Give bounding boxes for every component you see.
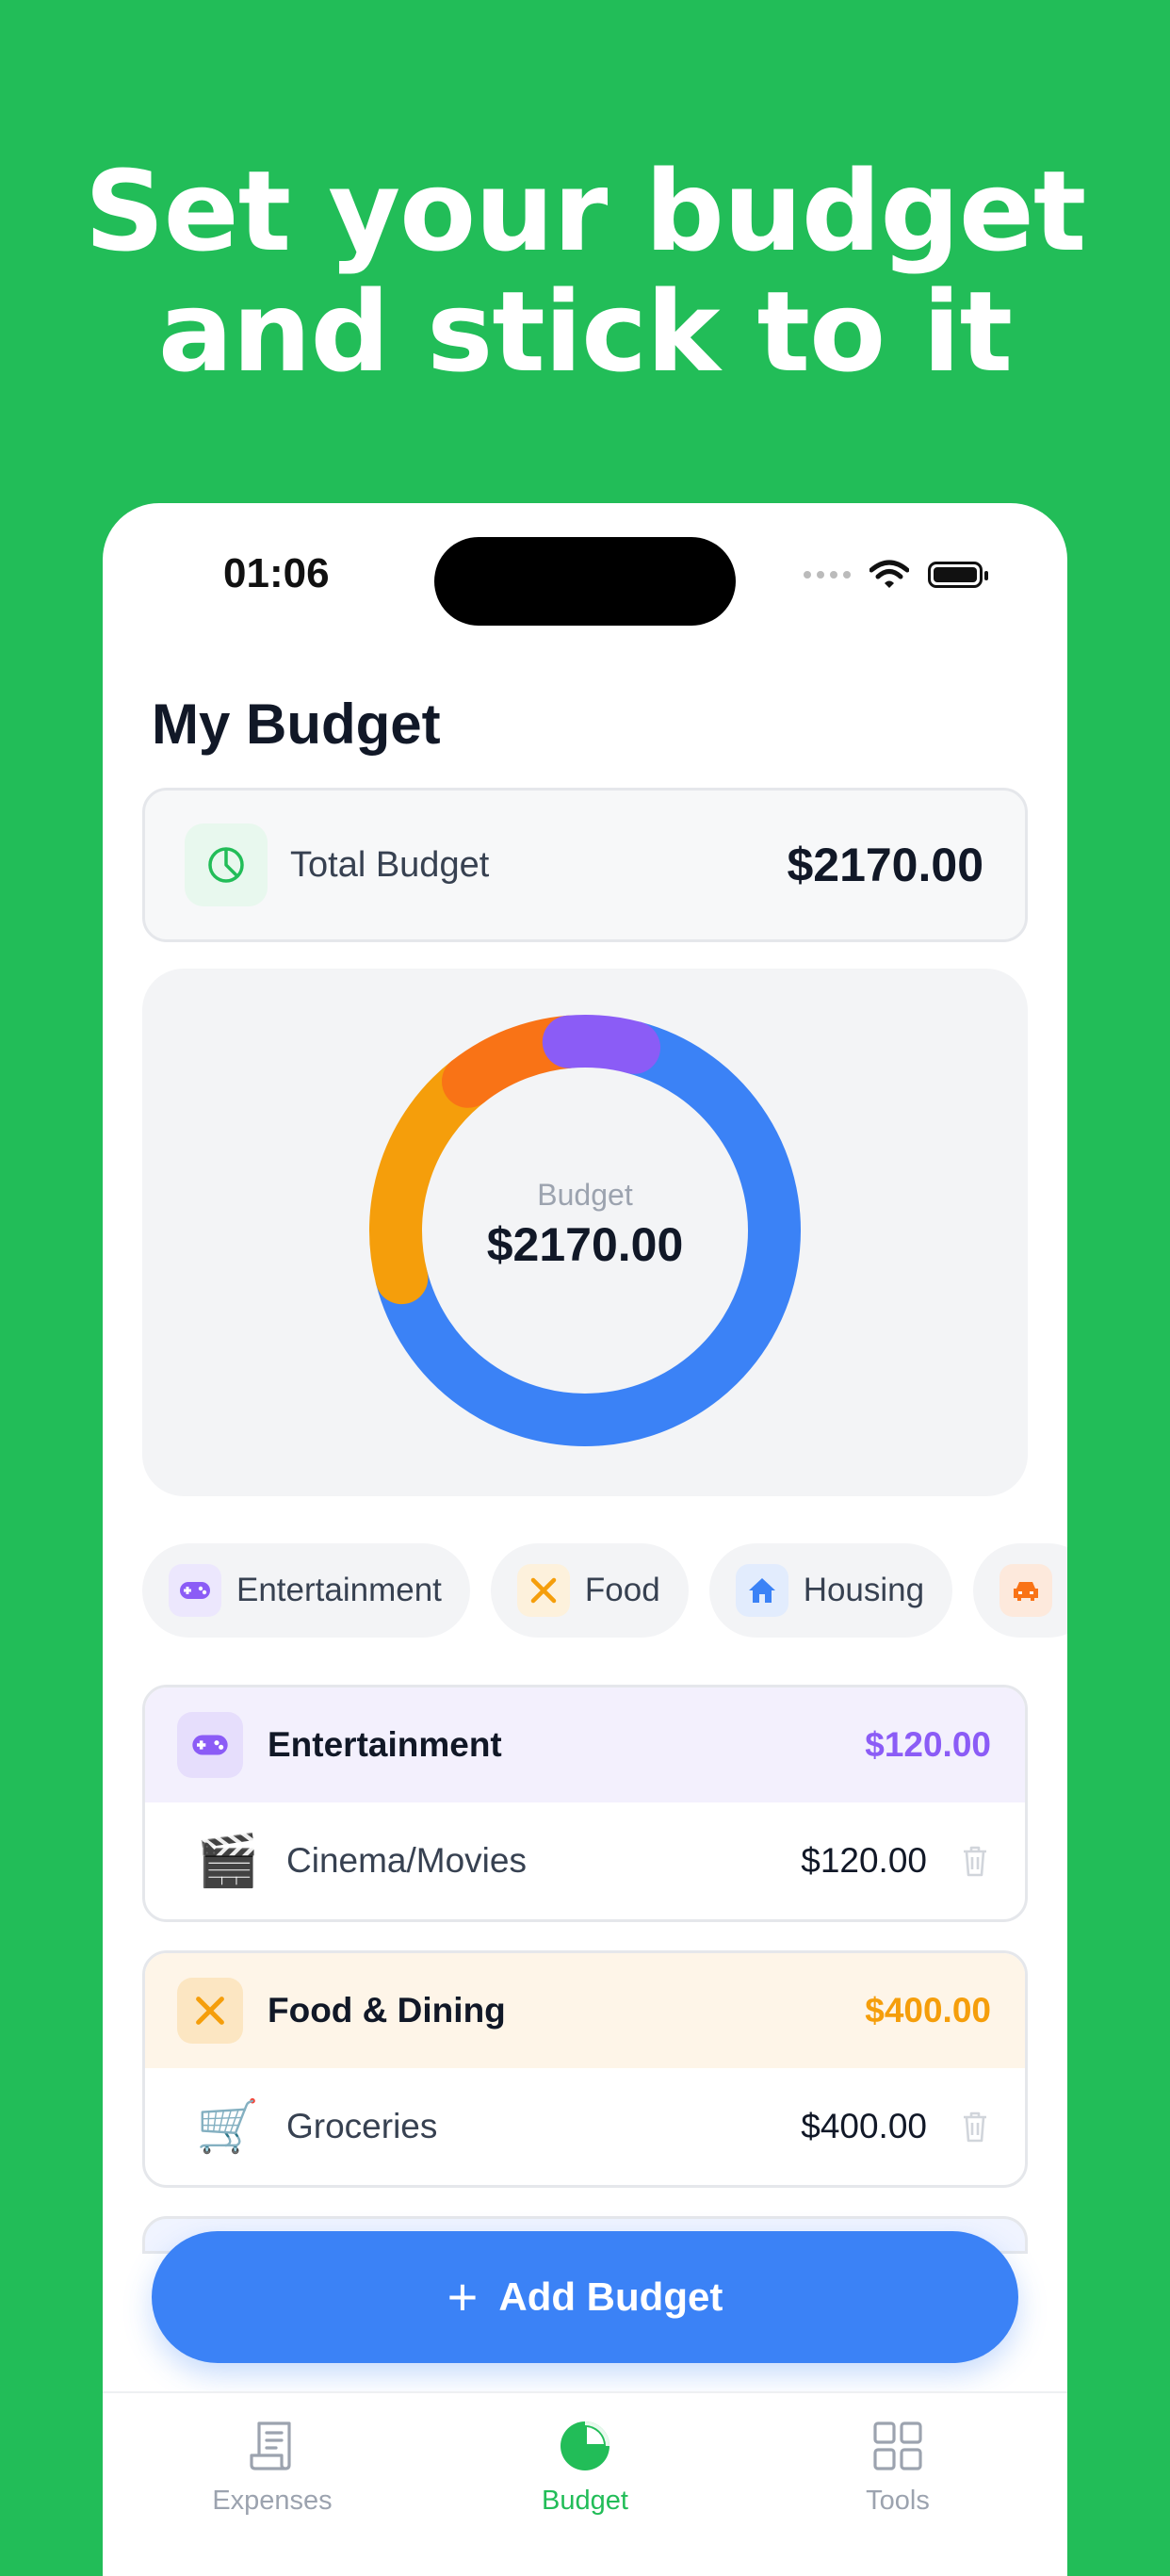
tab-bar: Expenses Budget Tools [103, 2391, 1067, 2576]
chart-center-value: $2170.00 [486, 1218, 684, 1271]
status-icons [804, 560, 988, 590]
budget-item-label: Groceries [286, 2107, 438, 2145]
group-total: $120.00 [865, 1725, 991, 1764]
donut-slice-entertainment [542, 1015, 661, 1074]
chip-housing[interactable]: Housing [708, 1543, 953, 1638]
budget-group-entertainment: Entertainment $120.00 🎬 Cinema/Movies $1… [142, 1685, 1028, 1922]
shopping-cart-icon: 🛒 [196, 2096, 260, 2156]
total-budget-value: $2170.00 [787, 839, 983, 891]
clapperboard-icon: 🎬 [196, 1831, 260, 1890]
tab-label: Tools [866, 2486, 930, 2516]
house-icon [735, 1564, 788, 1617]
chip-label: Entertainment [236, 1572, 442, 1608]
budget-item-value: $400.00 [801, 2107, 927, 2145]
group-total: $400.00 [865, 1991, 991, 2030]
budget-item-label: Cinema/Movies [286, 1841, 527, 1880]
pie-chart-icon [561, 2421, 609, 2470]
group-title: Entertainment [268, 1725, 502, 1764]
gamepad-icon [169, 1564, 221, 1617]
chip-transport[interactable] [973, 1543, 1067, 1638]
plus-icon: + [447, 2267, 479, 2326]
chip-food[interactable]: Food [490, 1543, 689, 1638]
group-header[interactable]: Food & Dining $400.00 [145, 1953, 1025, 2068]
tab-label: Budget [542, 2486, 628, 2516]
receipt-icon [250, 2421, 291, 2470]
headline: Set your budget and stick to it [0, 151, 1170, 392]
pie-chart-icon [185, 823, 268, 906]
total-budget-card[interactable]: Total Budget $2170.00 [142, 788, 1028, 942]
chip-entertainment[interactable]: Entertainment [142, 1543, 470, 1638]
budget-item-row[interactable]: 🛒 Groceries $400.00 [145, 2068, 1025, 2185]
phone-screen: 01:06 My Budget Total Budget $2170.00 Bu… [103, 503, 1067, 2576]
budget-donut-chart: Budget $2170.00 [142, 969, 1028, 1496]
budget-group-food: Food & Dining $400.00 🛒 Groceries $400.0… [142, 1950, 1028, 2188]
group-header[interactable]: Entertainment $120.00 [145, 1687, 1025, 1802]
status-time: 01:06 [223, 550, 330, 596]
utensils-icon [516, 1564, 570, 1617]
utensils-icon [177, 1978, 243, 2044]
tab-label: Expenses [212, 2486, 333, 2516]
wifi-icon [869, 560, 909, 588]
grid-icon [873, 2421, 922, 2470]
trash-icon[interactable] [961, 1844, 989, 1878]
category-chips: Entertainment Food Housing [142, 1543, 1067, 1638]
gamepad-icon [177, 1712, 243, 1778]
tab-tools[interactable]: Tools [804, 2418, 992, 2517]
car-icon [999, 1564, 1053, 1617]
add-budget-button[interactable]: + Add Budget [152, 2231, 1018, 2363]
chart-center-label: Budget [537, 1178, 633, 1212]
tab-expenses[interactable]: Expenses [178, 2418, 366, 2517]
page-title: My Budget [152, 693, 441, 756]
signal-icon [804, 571, 851, 579]
chip-label: Food [584, 1572, 660, 1608]
tab-budget[interactable]: Budget [491, 2418, 679, 2517]
add-budget-label: Add Budget [498, 2274, 723, 2319]
headline-line-1: Set your budget [84, 146, 1087, 276]
budget-item-value: $120.00 [801, 1841, 927, 1880]
dynamic-island [434, 537, 736, 626]
total-budget-label: Total Budget [290, 844, 490, 885]
group-title: Food & Dining [268, 1991, 506, 2030]
headline-line-2: and stick to it [157, 267, 1013, 397]
battery-icon [928, 562, 988, 588]
budget-item-row[interactable]: 🎬 Cinema/Movies $120.00 [145, 1802, 1025, 1919]
trash-icon[interactable] [961, 2110, 989, 2144]
chip-label: Housing [803, 1572, 925, 1608]
